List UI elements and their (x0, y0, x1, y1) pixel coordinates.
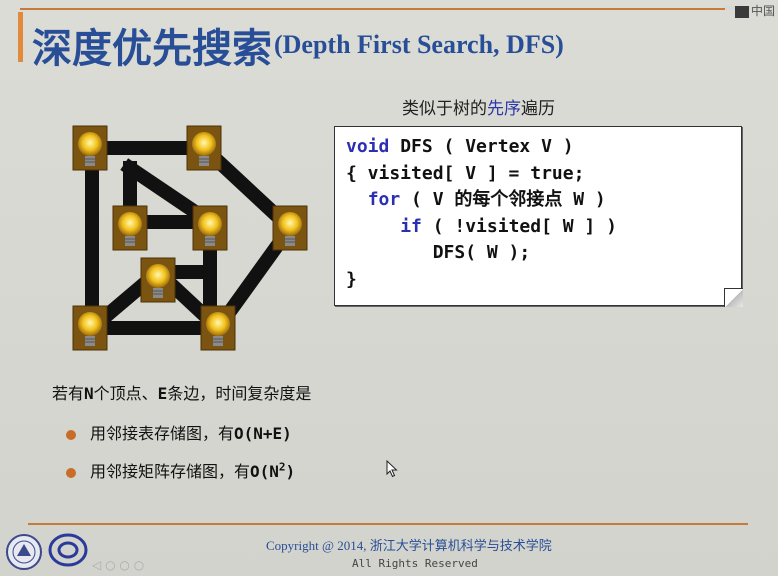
lightbulb-icon (72, 125, 108, 171)
bullet-dot (66, 429, 76, 440)
language-icon (735, 5, 749, 18)
complexity-question: 若有N个顶点、E条边，时间复杂度是 (52, 384, 312, 403)
lightbulb-icon (112, 205, 148, 251)
slide-title: 深度优先搜索(Depth First Search, DFS) (32, 16, 564, 74)
footer-logos (6, 533, 88, 570)
slide-subtitle: 类似于树的先序遍历 (402, 99, 555, 119)
player-control-icon[interactable]: ○ (105, 558, 115, 572)
player-control-icon[interactable]: ○ (119, 558, 129, 572)
code-keyword: for (367, 189, 401, 210)
rights-text: All Rights Reserved (352, 557, 478, 570)
university-seal-icon (6, 534, 42, 570)
graph-diagram (72, 125, 308, 351)
code-keyword: if (400, 215, 422, 237)
top-rule (20, 8, 725, 10)
lightbulb-icon (140, 257, 176, 303)
bullet-dot (66, 467, 76, 478)
footer-rule (28, 523, 748, 525)
code-keyword: void (346, 136, 390, 157)
title-accent-bar (18, 12, 23, 62)
player-controls: ◁ ○ ○ ○ (92, 558, 144, 572)
slide-title-en: (Depth First Search, DFS) (274, 30, 564, 59)
language-indicator[interactable]: 中国 (735, 2, 775, 19)
mouse-cursor-icon (386, 460, 398, 478)
lightbulb-icon (186, 125, 222, 171)
college-logo-icon (48, 533, 88, 567)
player-control-icon[interactable]: ○ (134, 558, 144, 572)
lightbulb-icon (72, 305, 108, 351)
bullet-adjacency-list: 用邻接表存储图，有O(N+E) (66, 420, 292, 444)
player-control-icon[interactable]: ◁ (92, 558, 101, 572)
lightbulb-icon (200, 305, 236, 351)
code-box-fold (724, 288, 743, 307)
slide-title-zh: 深度优先搜索 (32, 26, 272, 72)
lightbulb-icon (192, 205, 228, 251)
dfs-code: void DFS ( Vertex V ) { visited[ V ] = t… (346, 136, 617, 290)
subtitle-highlight: 先序 (487, 99, 521, 119)
bullet-adjacency-matrix: 用邻接矩阵存储图，有O(N2) (66, 458, 295, 482)
lightbulb-icon (272, 205, 308, 251)
copyright-text: Copyright @ 2014, 浙江大学计算机科学与技术学院 (266, 538, 552, 553)
